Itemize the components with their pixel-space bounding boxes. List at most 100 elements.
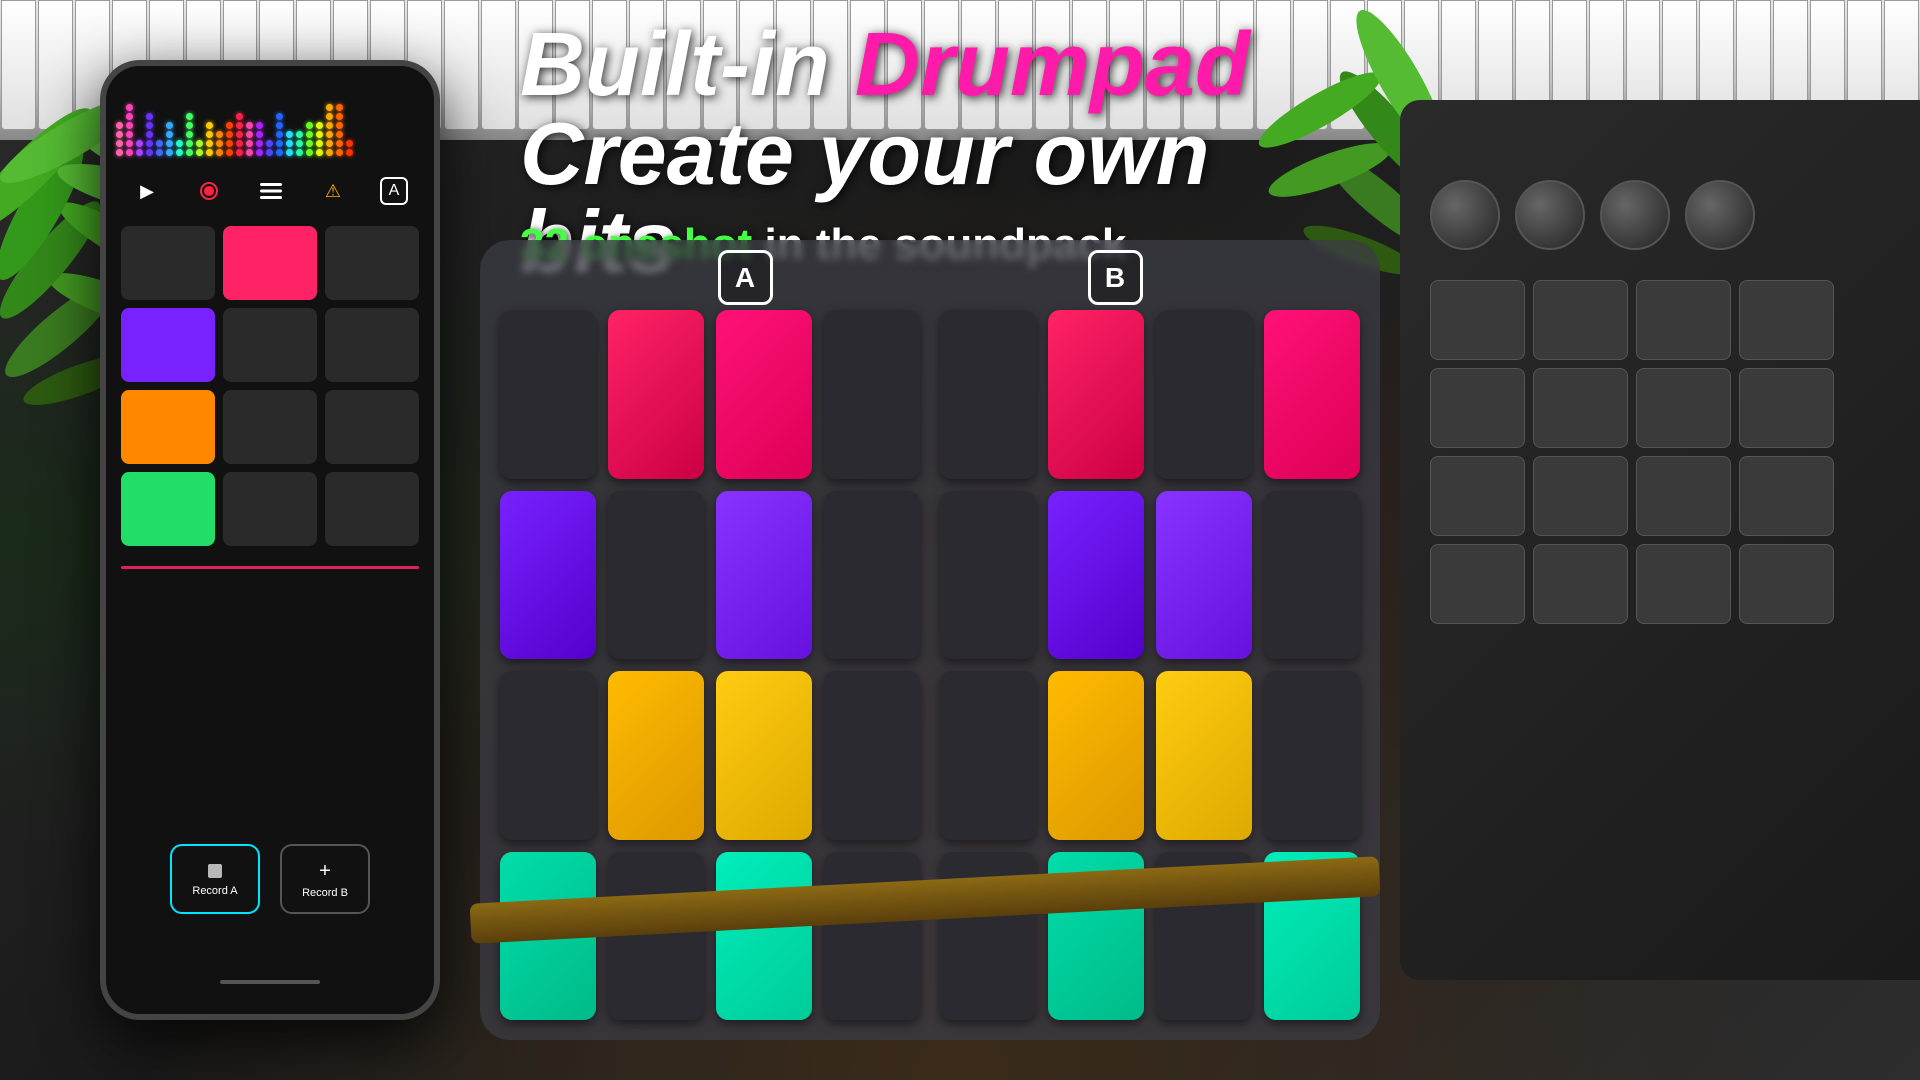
section-labels: A B [480,250,1380,305]
main-pad[interactable] [716,310,812,479]
led-dot [216,140,223,147]
led-dot [336,149,343,156]
led-dot [196,140,203,147]
main-pad[interactable] [1264,310,1360,479]
phone-pad[interactable] [121,472,215,546]
led-dot [126,149,133,156]
led-column [176,140,183,156]
led-dot [216,149,223,156]
midi-knob-3 [1600,180,1670,250]
led-column [206,122,213,156]
main-pad[interactable] [500,310,596,479]
menu-button[interactable] [256,176,286,206]
midi-pad [1636,544,1731,624]
led-dot [246,131,253,138]
main-pad[interactable] [1048,310,1144,479]
led-dot [286,149,293,156]
main-pad[interactable] [1156,491,1252,660]
phone-pad[interactable] [325,390,419,464]
led-dot [306,122,313,129]
led-dot [236,149,243,156]
play-button[interactable]: ▶ [132,176,162,206]
led-column [116,122,123,156]
midi-pad [1430,456,1525,536]
main-pad[interactable] [1264,671,1360,840]
main-pad[interactable] [716,491,812,660]
midi-pad [1636,368,1731,448]
main-pad[interactable] [940,671,1036,840]
main-pad[interactable] [1048,491,1144,660]
led-dot [206,131,213,138]
led-dot [316,149,323,156]
main-pad[interactable] [940,310,1036,479]
led-dot [186,113,193,120]
led-dot [126,122,133,129]
phone-pad[interactable] [121,390,215,464]
main-pad[interactable] [500,491,596,660]
main-pad[interactable] [608,310,704,479]
midi-pad [1430,544,1525,624]
led-dot [206,122,213,129]
led-dot [176,149,183,156]
midi-pad [1739,368,1834,448]
led-column [266,140,273,156]
main-pad[interactable] [608,671,704,840]
led-dot [326,113,333,120]
led-dot [336,122,343,129]
main-pad[interactable] [1264,491,1360,660]
led-dot [276,113,283,120]
warning-button[interactable]: ⚠ [318,176,348,206]
main-pad[interactable] [1156,671,1252,840]
led-dot [256,149,263,156]
phone-pad[interactable] [223,308,317,382]
main-pad[interactable] [716,671,812,840]
led-dot [186,149,193,156]
led-dot [276,131,283,138]
phone-pad[interactable] [223,472,317,546]
midi-pad [1533,544,1628,624]
phone-pad[interactable] [121,226,215,300]
phone-pad[interactable] [325,226,419,300]
led-dot [226,122,233,129]
main-pad[interactable] [1048,671,1144,840]
led-dot [236,140,243,147]
led-dot [146,140,153,147]
main-pad[interactable] [1156,310,1252,479]
led-dot [126,140,133,147]
main-pad[interactable] [824,671,920,840]
led-dot [166,149,173,156]
led-dot [146,122,153,129]
phone-bottom-buttons: Record A + Record B [106,844,434,914]
led-dot [116,140,123,147]
led-dot [336,131,343,138]
record-button[interactable] [194,176,224,206]
led-dot [256,122,263,129]
phone-pads-grid [121,226,419,546]
main-pad[interactable] [824,491,920,660]
a-button[interactable]: A [380,177,408,205]
section-b-label: B [1088,250,1143,305]
led-bar [116,106,424,156]
main-pad[interactable] [608,491,704,660]
led-dot [136,140,143,147]
record-b-button[interactable]: + Record B [280,844,370,914]
midi-pads-grid [1430,280,1834,624]
midi-knob-2 [1515,180,1585,250]
phone-pad[interactable] [325,308,419,382]
led-dot [116,149,123,156]
phone-pad[interactable] [223,226,317,300]
record-a-button[interactable]: Record A [170,844,260,914]
led-dot [156,140,163,147]
main-pad[interactable] [940,491,1036,660]
phone-pad[interactable] [325,472,419,546]
led-dot [266,149,273,156]
main-pad[interactable] [824,310,920,479]
phone-pad[interactable] [223,390,317,464]
led-column [346,140,353,156]
phone-pad[interactable] [121,308,215,382]
led-dot [236,131,243,138]
led-dot [306,149,313,156]
main-pad[interactable] [500,671,596,840]
led-dot [326,140,333,147]
led-dot [146,149,153,156]
